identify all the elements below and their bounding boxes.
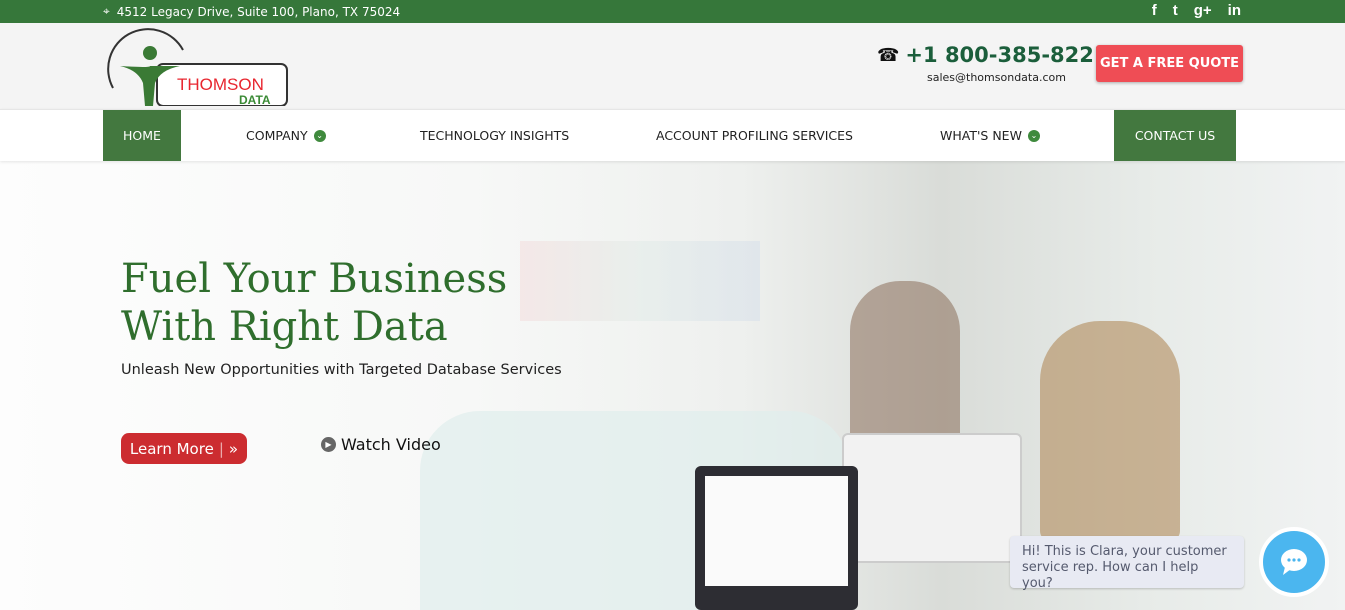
nav-technology-insights[interactable]: TECHNOLOGY INSIGHTS	[420, 110, 569, 161]
nav-label: CONTACT US	[1134, 128, 1216, 143]
phone-icon: ☎	[877, 44, 900, 66]
top-bar: ⌖ 4512 Legacy Drive, Suite 100, Plano, T…	[0, 0, 1345, 23]
chat-bubble-icon	[1281, 549, 1307, 575]
twitter-icon[interactable]: t	[1173, 2, 1178, 19]
address: ⌖ 4512 Legacy Drive, Suite 100, Plano, T…	[103, 4, 400, 19]
main-nav: HOME COMPANY ⌄ TECHNOLOGY INSIGHTS ACCOUN…	[0, 109, 1345, 161]
laptop-image	[695, 466, 858, 610]
nav-label: ACCOUNT PROFILING SERVICES	[656, 128, 853, 143]
social-links: f t g+ in	[1152, 2, 1241, 19]
nav-home[interactable]: HOME	[103, 110, 181, 161]
watch-video-button[interactable]: ▶ Watch Video	[321, 435, 441, 454]
learn-more-button[interactable]: Learn More |»	[121, 433, 247, 464]
man-image	[1040, 321, 1180, 541]
chevron-down-icon: ⌄	[313, 129, 326, 142]
email-link[interactable]: sales@thomsondata.com	[927, 71, 1066, 84]
hero-title-line: With Right Data	[121, 304, 448, 350]
phone-number[interactable]: ☎ +1 800-385-8221	[877, 43, 1109, 67]
svg-text:THOMSON: THOMSON	[177, 75, 264, 94]
google-plus-icon[interactable]: g+	[1194, 2, 1212, 19]
hero-subtitle: Unleash New Opportunities with Targeted …	[121, 362, 562, 378]
bookshelf-image	[520, 241, 760, 321]
map-pin-icon: ⌖	[103, 4, 110, 18]
watch-video-label: Watch Video	[341, 435, 441, 454]
nav-account-profiling[interactable]: ACCOUNT PROFILING SERVICES	[656, 110, 853, 161]
hero-title: Fuel Your Business With Right Data	[121, 255, 507, 351]
phone-text: +1 800-385-8221	[905, 43, 1109, 67]
monitor-image	[842, 433, 1022, 563]
get-quote-button[interactable]: GET A FREE QUOTE	[1096, 45, 1243, 82]
nav-label: TECHNOLOGY INSIGHTS	[420, 128, 570, 143]
svg-text:DATA: DATA	[239, 93, 271, 106]
header: THOMSON DATA ☎ +1 800-385-8221 sales@thom…	[0, 23, 1345, 109]
hero-title-line: Fuel Your Business	[121, 256, 508, 302]
nav-whats-new[interactable]: WHAT'S NEW ⌄	[940, 110, 1040, 161]
learn-more-label: Learn More	[129, 439, 214, 458]
address-text: 4512 Legacy Drive, Suite 100, Plano, TX …	[116, 4, 401, 19]
divider: |	[218, 439, 224, 458]
nav-company[interactable]: COMPANY ⌄	[246, 110, 326, 161]
thomson-data-logo[interactable]: THOMSON DATA	[105, 28, 290, 106]
chat-greeting-bubble[interactable]: Hi! This is Clara, your customer service…	[1010, 536, 1244, 591]
double-chevron-right-icon: »	[228, 439, 239, 458]
nav-contact-us[interactable]: CONTACT US	[1114, 110, 1236, 161]
linkedin-icon[interactable]: in	[1228, 2, 1241, 19]
nav-label: HOME	[123, 128, 161, 143]
chevron-down-icon: ⌄	[1027, 129, 1040, 142]
facebook-icon[interactable]: f	[1152, 2, 1157, 19]
chat-launcher-button[interactable]	[1259, 527, 1329, 597]
woman-image	[850, 281, 960, 451]
nav-label: WHAT'S NEW	[940, 128, 1022, 143]
play-circle-icon: ▶	[321, 437, 336, 452]
nav-label: COMPANY	[246, 128, 308, 143]
